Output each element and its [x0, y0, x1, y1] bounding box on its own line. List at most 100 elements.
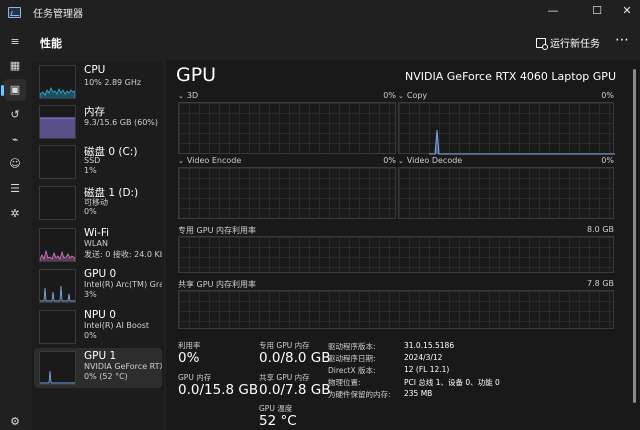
sidebar-item-label: Wi-Fi: [84, 227, 110, 239]
scrollbar[interactable]: [633, 69, 636, 403]
sidebar-item-usage: 3%: [84, 290, 97, 299]
sidebar-item-detail: Intel(R) Arc(TM) Graphics: [84, 280, 162, 289]
sidebar-item-cpu[interactable]: CPU 10% 2.89 GHz: [34, 62, 162, 102]
sidebar-item-memory[interactable]: 内存 9.3/15.6 GB (60%): [34, 102, 162, 142]
title-bar: 任务管理器 — ☐ ✕: [0, 0, 640, 26]
directx-version-value: 12 (FL 12.1): [404, 365, 450, 374]
settings-icon[interactable]: ⚙: [4, 411, 26, 430]
disk-1-thumbnail-graph: [39, 186, 76, 220]
sidebar-item-detail: NVIDIA GeForce RTX 4060: [84, 362, 162, 371]
driver-version-value: 31.0.15.5186: [404, 341, 455, 350]
sidebar-item-detail: 9.3/15.6 GB (60%): [84, 118, 159, 127]
page-header: 性能 运行新任务 ⋯: [28, 26, 640, 60]
sidebar-item-disk-0[interactable]: 磁盘 0 (C:) SSD 1%: [34, 142, 162, 182]
engine-label: 3D: [186, 91, 199, 100]
window-title: 任务管理器: [33, 9, 83, 20]
shared-memory-graph: [178, 290, 614, 329]
task-manager-app-icon: [8, 7, 21, 18]
sidebar-item-detail: 10% 2.89 GHz: [84, 78, 142, 87]
engine-percent: 0%: [383, 91, 396, 100]
more-options-button[interactable]: ⋯: [615, 32, 630, 48]
chevron-down-icon: ⌄: [178, 157, 184, 165]
engine-label: Video Encode: [186, 156, 242, 165]
gpu-1-thumbnail-graph: [39, 351, 76, 385]
engine-selector-video-encode[interactable]: ⌄ Video Encode: [178, 156, 241, 165]
processes-icon[interactable]: ▦: [4, 55, 26, 77]
engine-percent: 0%: [601, 91, 614, 100]
sidebar-item-label: GPU 1: [84, 350, 117, 362]
shared-memory-value: 0.0/7.8 GB: [259, 382, 331, 398]
driver-version-key: 驱动程序版本:: [328, 342, 376, 351]
sidebar-item-throughput: 发送: 0 接收: 24.0 Kbps: [84, 250, 162, 259]
chevron-down-icon: ⌄: [398, 92, 404, 100]
directx-version-key: DirectX 版本:: [328, 366, 376, 375]
resource-list: CPU 10% 2.89 GHz 内存 9.3/15.6 GB (60%) 磁盘…: [32, 62, 164, 430]
sidebar-item-usage: 0%: [84, 207, 97, 216]
minimize-button[interactable]: —: [542, 1, 564, 21]
sidebar-item-label: NPU 0: [84, 309, 116, 321]
app-history-icon[interactable]: ↺: [4, 104, 26, 126]
users-icon[interactable]: ☺: [4, 153, 26, 175]
sidebar-item-usage: 1%: [84, 166, 97, 175]
run-new-task-button[interactable]: 运行新任务: [536, 35, 600, 50]
shared-memory-graph-max: 7.8 GB: [587, 279, 614, 288]
run-new-task-label: 运行新任务: [550, 39, 600, 50]
engine-graph-video-decode: [398, 167, 614, 219]
gpu-memory-value: 0.0/15.8 GB: [178, 382, 259, 398]
sidebar-item-npu-0[interactable]: NPU 0 Intel(R) AI Boost 0%: [34, 307, 162, 347]
sidebar-item-detail: WLAN: [84, 239, 109, 248]
cpu-thumbnail-graph: [39, 65, 76, 99]
npu-0-thumbnail-graph: [39, 310, 76, 344]
sidebar-item-usage: 0% (52 °C): [84, 372, 128, 381]
gpu-temperature-value: 52 °C: [259, 413, 297, 429]
engine-label: Copy: [406, 91, 428, 100]
memory-thumbnail-graph: [39, 105, 76, 139]
wifi-thumbnail-graph: [39, 228, 76, 262]
sidebar-item-label: 内存: [84, 106, 105, 118]
page-title: 性能: [40, 37, 62, 50]
driver-date-value: 2024/3/12: [404, 353, 443, 362]
dedicated-memory-graph-label: 专用 GPU 内存利用率: [178, 226, 256, 235]
hamburger-icon[interactable]: ≡: [4, 31, 26, 53]
dedicated-memory-graph-max: 8.0 GB: [587, 225, 614, 234]
dedicated-memory-graph: [178, 236, 614, 273]
shared-memory-graph-label: 共享 GPU 内存利用率: [178, 280, 256, 289]
utilization-value: 0%: [178, 350, 200, 366]
gpu-model-name: NVIDIA GeForce RTX 4060 Laptop GPU: [405, 70, 616, 83]
chevron-down-icon: ⌄: [398, 157, 404, 165]
chevron-down-icon: ⌄: [178, 92, 184, 100]
startup-icon[interactable]: ⌁: [4, 129, 26, 151]
reserved-memory-value: 235 MB: [404, 389, 433, 398]
services-icon[interactable]: ✲: [4, 203, 26, 225]
physical-location-key: 物理位置:: [328, 378, 361, 387]
engine-label: Video Decode: [406, 156, 463, 165]
reserved-memory-key: 为硬件保留的内存:: [328, 390, 391, 399]
sidebar-item-label: CPU: [84, 64, 106, 76]
engine-graph-copy: [398, 102, 615, 155]
sidebar-item-wifi[interactable]: Wi-Fi WLAN 发送: 0 接收: 24.0 Kbps: [34, 225, 162, 265]
sidebar-item-detail: Intel(R) AI Boost: [84, 321, 150, 330]
sidebar-item-label: GPU 0: [84, 268, 117, 280]
sidebar-item-usage: 0%: [84, 331, 97, 340]
details-icon[interactable]: ☰: [4, 178, 26, 200]
engine-percent: 0%: [601, 156, 614, 165]
nav-rail: ≡ ▦ ▣ ↺ ⌁ ☺ ☰ ✲ ⚙: [0, 26, 28, 430]
sidebar-item-gpu-1[interactable]: GPU 1 NVIDIA GeForce RTX 4060 0% (52 °C): [34, 348, 162, 388]
disk-0-thumbnail-graph: [39, 145, 76, 179]
physical-location-value: PCI 总线 1、设备 0、功能 0: [404, 378, 500, 387]
engine-percent: 0%: [383, 156, 396, 165]
engine-selector-copy[interactable]: ⌄ Copy: [398, 91, 427, 100]
gpu-detail-panel: GPU NVIDIA GeForce RTX 4060 Laptop GPU ⌄…: [166, 60, 640, 430]
close-button[interactable]: ✕: [616, 1, 638, 21]
gpu-0-thumbnail-graph: [39, 269, 76, 303]
dedicated-memory-value: 0.0/8.0 GB: [259, 350, 331, 366]
panel-title: GPU: [176, 64, 217, 86]
sidebar-item-disk-1[interactable]: 磁盘 1 (D:) 可移动 0%: [34, 183, 162, 223]
engine-graph-video-encode: [178, 167, 396, 219]
maximize-button[interactable]: ☐: [586, 1, 608, 21]
engine-selector-video-decode[interactable]: ⌄ Video Decode: [398, 156, 462, 165]
performance-icon[interactable]: ▣: [1, 79, 26, 101]
driver-date-key: 驱动程序日期:: [328, 354, 376, 363]
engine-selector-3d[interactable]: ⌄ 3D: [178, 91, 198, 100]
sidebar-item-gpu-0[interactable]: GPU 0 Intel(R) Arc(TM) Graphics 3%: [34, 266, 162, 306]
